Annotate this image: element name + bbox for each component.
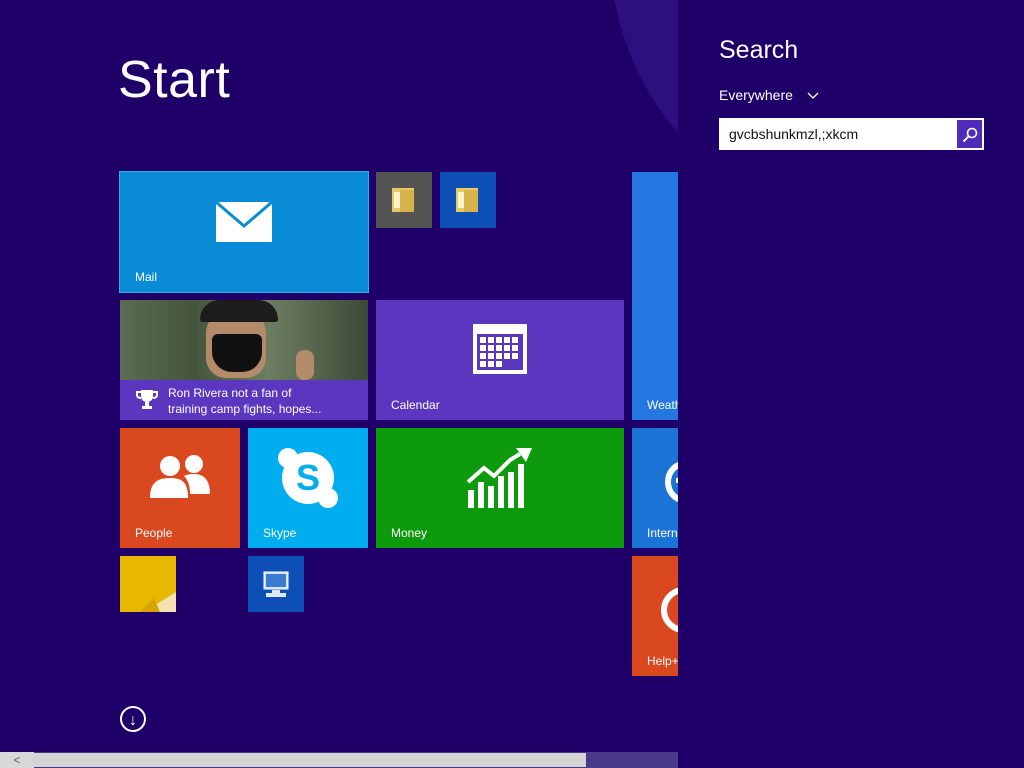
search-pane-title: Search [719,36,799,64]
tile-desktop[interactable] [120,556,176,612]
desktop-wallpaper-icon [120,556,176,612]
scroll-thumb[interactable] [34,753,586,767]
news-headline: Ron Rivera not a fan of training camp fi… [168,385,321,417]
skype-icon: S [278,448,338,508]
people-icon [150,455,210,498]
tile-label: Intern [647,526,678,540]
tile-mail[interactable]: Mail [119,171,369,293]
tile-documents[interactable] [440,172,496,228]
scroll-left-button[interactable]: < [0,752,34,768]
tile-people[interactable]: People [120,428,240,548]
trophy-icon [136,390,158,409]
svg-text:S: S [296,457,320,498]
tile-file-explorer[interactable] [376,172,432,228]
folder-icon [392,188,414,212]
mail-icon [216,202,272,242]
tile-label: Mail [135,270,158,284]
news-headline-line2: training camp fights, hopes... [168,402,322,416]
tile-this-pc[interactable] [248,556,304,612]
tile-label: Money [391,526,428,540]
computer-icon [263,571,289,597]
start-screen: Start Mail Weath Ron Rivera not a fan of… [0,0,1024,768]
tile-news[interactable]: Ron Rivera not a fan of training camp fi… [120,300,368,420]
horizontal-scrollbar[interactable]: < [0,752,678,768]
calendar-icon [473,324,527,374]
search-icon [962,127,978,143]
apps-view-arrow-button[interactable]: ↓ [120,706,146,732]
news-photo [120,300,368,382]
tile-money[interactable]: Money [376,428,624,548]
page-title: Start [118,51,231,109]
search-charm-pane: Search Everywhere [678,0,1024,768]
search-button[interactable] [955,118,984,150]
chart-up-icon [466,448,532,508]
tile-label: Calendar [391,398,440,412]
tile-label: Help+ [647,654,679,668]
search-input[interactable] [719,118,955,150]
tile-calendar[interactable]: Calendar [376,300,624,420]
folder-icon [456,188,478,212]
tile-label: Weath [647,398,682,412]
search-scope-label: Everywhere [719,87,793,103]
search-scope-dropdown[interactable]: Everywhere [719,87,819,103]
news-headline-line1: Ron Rivera not a fan of [168,386,292,400]
tile-label: Skype [263,526,297,540]
tile-skype[interactable]: S Skype [248,428,368,548]
tile-label: People [135,526,173,540]
chevron-down-icon [807,87,819,103]
